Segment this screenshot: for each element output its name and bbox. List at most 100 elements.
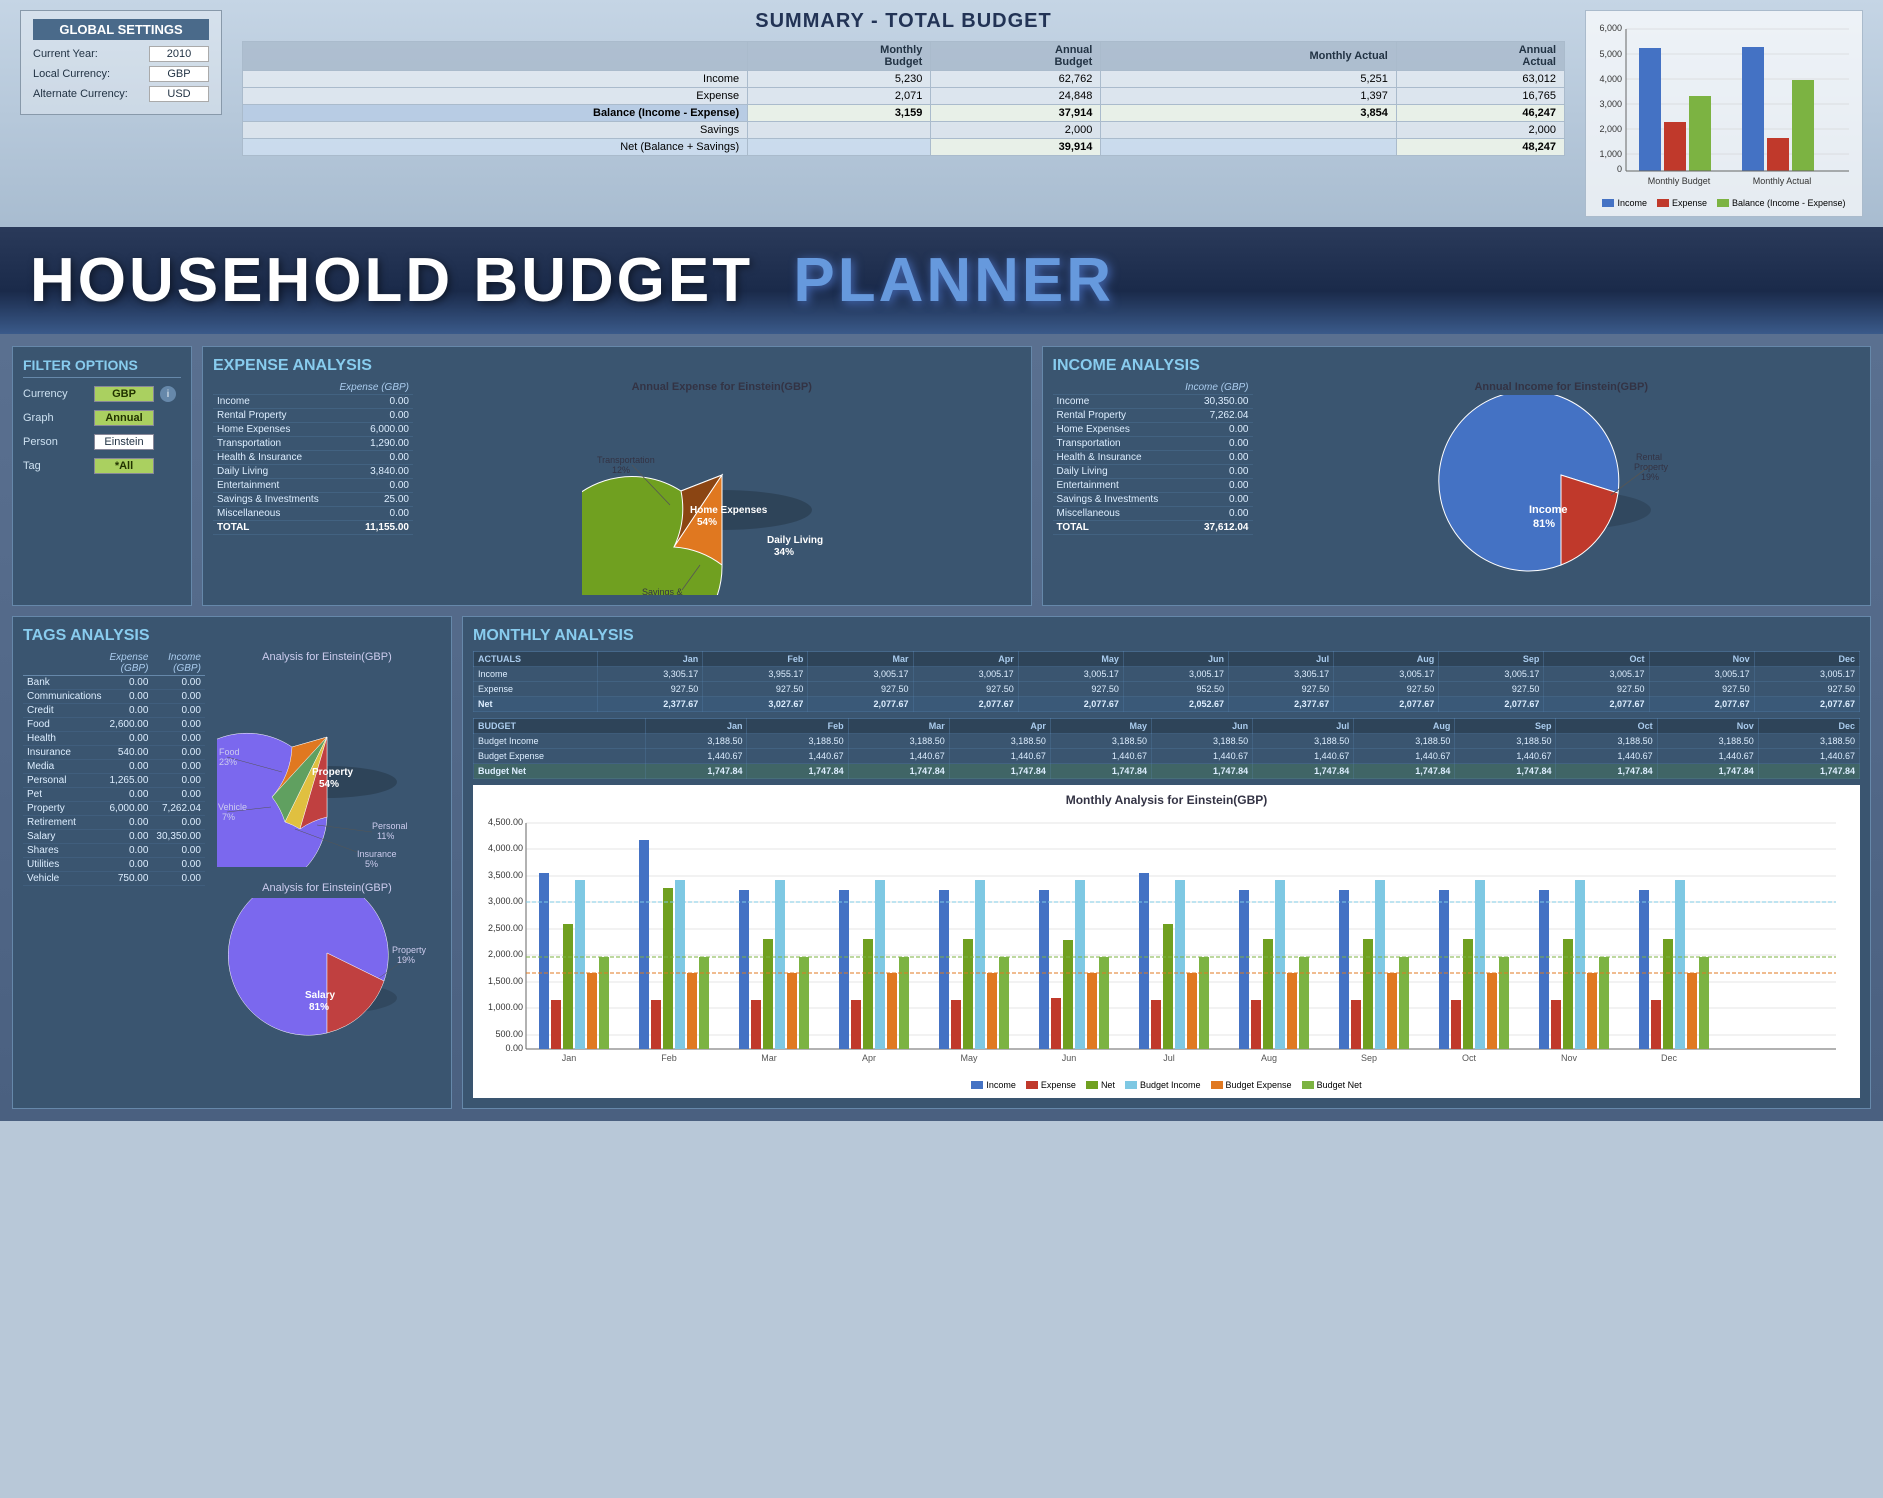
tag-filter-value[interactable]: *All: [94, 458, 154, 474]
expense-row: Expense 2,071 24,848 1,397 16,765: [243, 88, 1565, 105]
tags-table-row: Retirement0.000.00: [23, 816, 205, 830]
monthly-legend-net-label: Net: [1101, 1080, 1115, 1090]
budget-header: BUDGET Jan Feb Mar Apr May Jun Jul Aug S…: [474, 719, 1860, 734]
expense-pie-svg: Home Expenses 54% Daily Living 34% Trans…: [582, 395, 862, 595]
col-nov: Nov: [1649, 652, 1754, 667]
income-monthly-budget: 5,230: [748, 71, 931, 88]
svg-text:54%: 54%: [319, 779, 339, 790]
balance-annual-budget: 37,914: [931, 105, 1101, 122]
tags-table-area: Expense (GBP) Income (GBP) Bank0.000.00C…: [23, 651, 205, 1083]
graph-filter-value[interactable]: Annual: [94, 410, 154, 426]
summary-section: SUMMARY - TOTAL BUDGET MonthlyBudget Ann…: [242, 10, 1565, 156]
expense-total-row: TOTAL11,155.00: [213, 521, 413, 535]
svg-text:Vehicle: Vehicle: [218, 802, 247, 812]
svg-text:Salary: Salary: [305, 990, 335, 1001]
expense-label: Expense: [243, 88, 748, 105]
monthly-legend-expense: Expense: [1026, 1080, 1076, 1090]
savings-row: Savings 2,000 2,000: [243, 122, 1565, 139]
col-header-label: [243, 42, 748, 71]
svg-text:Property: Property: [392, 945, 427, 955]
legend-expense-color: [1657, 199, 1669, 207]
svg-text:81%: 81%: [1533, 518, 1555, 530]
income-row-rental: Rental Property7,262.04: [1053, 409, 1253, 423]
legend-balance-label: Balance (Income - Expense): [1732, 198, 1846, 208]
tags-analysis-panel: TAGS ANALYSIS Expense (GBP) Income (GBP)…: [12, 616, 452, 1109]
monthly-chart-svg: 4,500.00 4,000.00 3,500.00 3,000.00 2,50…: [481, 811, 1841, 1071]
b-col-apr: Apr: [949, 719, 1050, 734]
expense-row-daily: Daily Living3,840.00: [213, 465, 413, 479]
actuals-section-label: ACTUALS: [474, 652, 598, 667]
tags-pie1-svg: Property 54% Food 23% Vehicle 7%: [217, 667, 437, 867]
svg-text:34%: 34%: [774, 547, 794, 558]
svg-text:19%: 19%: [1641, 472, 1659, 482]
svg-text:Dec: Dec: [1661, 1053, 1678, 1063]
local-currency-row: Local Currency: GBP: [33, 66, 209, 82]
current-year-label: Current Year:: [33, 48, 143, 60]
monthly-legend-expense-box: [1026, 1081, 1038, 1089]
monthly-chart-title: Monthly Analysis for Einstein(GBP): [481, 793, 1852, 807]
income-label: Income: [243, 71, 748, 88]
col-may: May: [1018, 652, 1123, 667]
currency-info-icon[interactable]: i: [160, 386, 176, 402]
income-annual-actual: 63,012: [1396, 71, 1564, 88]
person-filter-value[interactable]: Einstein: [94, 434, 154, 450]
alternate-currency-value[interactable]: USD: [149, 86, 209, 102]
actuals-net-row: Net 2,377.673,027.672,077.672,077.672,07…: [474, 697, 1860, 712]
svg-text:5%: 5%: [365, 859, 378, 867]
budget-expense-row: Budget Expense 1,440.671,440.671,440.671…: [474, 749, 1860, 764]
svg-text:81%: 81%: [309, 1002, 329, 1013]
col-header-annual-budget: AnnualBudget: [931, 42, 1101, 71]
monthly-legend-net: Net: [1086, 1080, 1115, 1090]
income-pie-svg: Income 81% Rental Property 19%: [1421, 395, 1701, 595]
svg-text:6,000: 6,000: [1599, 23, 1622, 33]
currency-filter-value[interactable]: GBP: [94, 386, 154, 402]
title-budget: BUDGET: [473, 245, 773, 316]
local-currency-label: Local Currency:: [33, 68, 143, 80]
tags-table-row: Salary0.0030,350.00: [23, 830, 205, 844]
tags-table: Expense (GBP) Income (GBP) Bank0.000.00C…: [23, 651, 205, 886]
expense-analysis-content: Expense (GBP) Income0.00 Rental Property…: [213, 381, 1021, 595]
filter-options-panel: FILTER OPTIONS Currency GBP i Graph Annu…: [12, 346, 192, 606]
current-year-value[interactable]: 2010: [149, 46, 209, 62]
tag-filter-row: Tag *All: [23, 458, 181, 474]
svg-text:Income: Income: [1529, 504, 1568, 516]
svg-text:Property: Property: [312, 767, 354, 778]
svg-text:7%: 7%: [222, 812, 235, 822]
monthly-legend-budget-expense-label: Budget Expense: [1226, 1080, 1292, 1090]
title-planner: PLANNER: [793, 245, 1114, 316]
monthly-legend-budget-expense: Budget Expense: [1211, 1080, 1292, 1090]
income-col-header: Income (GBP): [1174, 381, 1253, 395]
tags-table-row: Utilities0.000.00: [23, 858, 205, 872]
svg-text:5,000: 5,000: [1599, 49, 1622, 59]
expense-annual-actual: 16,765: [1396, 88, 1564, 105]
monthly-chart-legend: Income Expense Net Budget Income: [481, 1080, 1852, 1090]
income-analysis-panel: INCOME ANALYSIS Income (GBP) Income30,35…: [1042, 346, 1872, 606]
b-col-feb: Feb: [747, 719, 848, 734]
svg-text:Apr: Apr: [862, 1053, 876, 1063]
svg-text:1,000: 1,000: [1599, 149, 1622, 159]
svg-text:Sep: Sep: [1361, 1053, 1377, 1063]
balance-monthly-actual: 3,854: [1101, 105, 1397, 122]
savings-annual-budget: 2,000: [931, 122, 1101, 139]
income-table-area: Income (GBP) Income30,350.00 Rental Prop…: [1053, 381, 1253, 595]
svg-text:1,500.00: 1,500.00: [488, 976, 523, 986]
legend-expense-label: Expense: [1672, 198, 1707, 208]
svg-text:Savings &: Savings &: [642, 587, 683, 595]
income-row-savings: Savings & Investments0.00: [1053, 493, 1253, 507]
monthly-legend-budget-expense-box: [1211, 1081, 1223, 1089]
local-currency-value[interactable]: GBP: [149, 66, 209, 82]
expense-row-misc: Miscellaneous0.00: [213, 507, 413, 521]
col-oct: Oct: [1544, 652, 1649, 667]
monthly-legend-budget-net-box: [1302, 1081, 1314, 1089]
b-col-sep: Sep: [1455, 719, 1556, 734]
svg-text:19%: 19%: [397, 955, 415, 965]
svg-text:12%: 12%: [612, 465, 630, 475]
graph-filter-label: Graph: [23, 412, 88, 424]
global-settings-panel: GLOBAL SETTINGS Current Year: 2010 Local…: [20, 10, 222, 115]
col-aug: Aug: [1334, 652, 1439, 667]
svg-text:Monthly Actual: Monthly Actual: [1753, 176, 1812, 186]
legend-expense: Expense: [1657, 198, 1707, 208]
income-row-income: Income30,350.00: [1053, 395, 1253, 409]
monthly-legend-net-box: [1086, 1081, 1098, 1089]
svg-text:Jun: Jun: [1062, 1053, 1077, 1063]
